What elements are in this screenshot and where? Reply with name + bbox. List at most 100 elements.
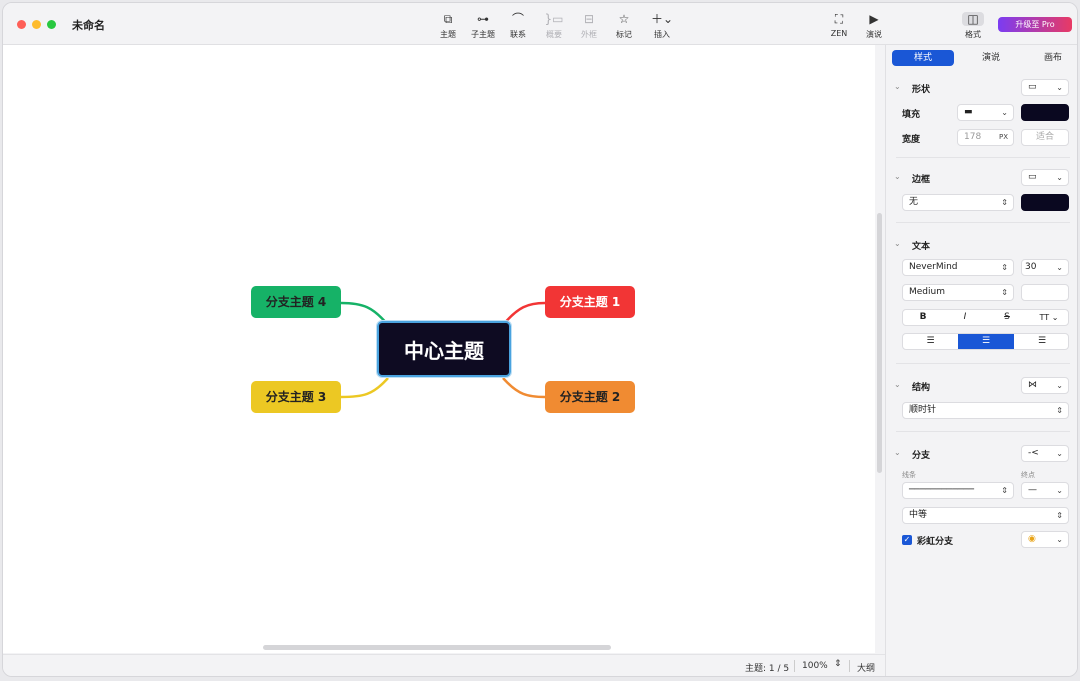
font-size-value: 30 — [1025, 262, 1037, 272]
tab-present[interactable]: 演说 — [960, 50, 1022, 66]
outline-button[interactable]: 大纲 — [857, 661, 875, 674]
text-align-group: ☰ ☰ ☰ — [902, 333, 1069, 350]
text-case-button[interactable]: TT ⌄ — [1029, 310, 1069, 325]
text-format-group: B I S TT ⌄ — [902, 309, 1069, 326]
width-label: 宽度 — [902, 135, 921, 145]
marker-label: 标记 — [616, 30, 632, 39]
rainbow-color-select[interactable]: ◉ ⌄ — [1021, 531, 1069, 548]
format-button[interactable]: ◫ 格式 — [953, 12, 993, 40]
chevron-down-icon: ⌄ — [1056, 263, 1063, 272]
width-input[interactable]: 178 PX — [957, 129, 1014, 146]
relationship-button[interactable]: ⌒ 联系 — [498, 12, 538, 40]
line-solid-icon: ──────────── — [909, 485, 975, 495]
border-color-swatch[interactable] — [1021, 194, 1069, 211]
insert-button[interactable]: ＋⌄ 插入 — [642, 12, 682, 40]
end-style-label: 终点 — [1021, 471, 1035, 479]
fill-color-swatch[interactable] — [1021, 104, 1069, 121]
boundary-button[interactable]: ⊟ 外框 — [569, 12, 609, 40]
italic-button[interactable]: I — [945, 310, 985, 325]
chevron-down-icon[interactable]: ⌄ — [894, 82, 901, 91]
relationship-icon: ⌒ — [511, 12, 524, 26]
chevron-down-icon[interactable]: ⌄ — [894, 239, 901, 248]
app-window: 未命名 ⧉ 主题 ⊶ 子主题 ⌒ 联系 }▭ 概要 ⊟ 外框 ☆ 标记 ＋⌄ 插… — [2, 2, 1078, 677]
updown-icon: ⇕ — [1001, 263, 1008, 272]
zoom-level[interactable]: 100% — [802, 661, 828, 671]
border-style-select[interactable]: 无 ⇕ — [902, 194, 1014, 211]
star-icon: ☆ — [618, 12, 630, 26]
topic-button[interactable]: ⧉ 主题 — [428, 12, 468, 40]
boundary-icon: ⊟ — [583, 12, 595, 26]
bold-button[interactable]: B — [903, 310, 943, 325]
chevron-down-icon: ⌄ — [1056, 173, 1063, 182]
central-topic[interactable]: 中心主题 — [376, 320, 512, 378]
updown-icon: ⇕ — [1001, 486, 1008, 495]
branch-topic-4[interactable]: 分支主题 4 — [251, 286, 341, 318]
panel-tabs: 样式 演说 画布 — [892, 50, 1074, 66]
zoom-stepper-icon[interactable]: ⇕ — [834, 659, 842, 669]
rounded-rect-icon: ▭ — [1028, 172, 1037, 182]
align-left-icon[interactable]: ☰ — [903, 334, 958, 349]
branch-topic-1[interactable]: 分支主题 1 — [545, 286, 635, 318]
line-style-select[interactable]: ──────────── ⇕ — [902, 482, 1014, 499]
structure-type-select[interactable]: ⋈ ⌄ — [1021, 377, 1069, 394]
structure-order-value: 顺时针 — [909, 405, 937, 415]
text-color-swatch[interactable] — [1021, 284, 1069, 301]
strikethrough-button[interactable]: S — [987, 310, 1027, 325]
relationship-label: 联系 — [510, 30, 526, 39]
minimize-window-button[interactable] — [32, 20, 41, 29]
updown-icon: ⇕ — [1001, 288, 1008, 297]
shape-section-title: 形状 — [912, 85, 931, 95]
present-button[interactable]: ▶ 演说 — [854, 12, 894, 40]
structure-order-select[interactable]: 顺时针 ⇕ — [902, 402, 1069, 419]
shape-select[interactable]: ▭ ⌄ — [1021, 79, 1069, 96]
line-thickness-select[interactable]: 中等 ⇕ — [902, 507, 1069, 524]
mindmap-canvas[interactable]: 中心主题 分支主题 1 分支主题 2 分支主题 3 分支主题 4 — [3, 45, 875, 653]
document-title: 未命名 — [72, 19, 105, 32]
chevron-down-icon[interactable]: ⌄ — [894, 172, 901, 181]
tab-canvas[interactable]: 画布 — [1022, 50, 1077, 66]
branch-section-title: 分支 — [912, 451, 931, 461]
fullscreen-icon: ⛶ — [834, 12, 844, 26]
close-window-button[interactable] — [17, 20, 26, 29]
divider — [896, 157, 1070, 158]
toolbar: 未命名 ⧉ 主题 ⊶ 子主题 ⌒ 联系 }▭ 概要 ⊟ 外框 ☆ 标记 ＋⌄ 插… — [3, 3, 1077, 45]
branch-connector-select[interactable]: -< ⌄ — [1021, 445, 1069, 462]
divider — [896, 222, 1070, 223]
boundary-label: 外框 — [581, 30, 597, 39]
zen-button[interactable]: ⛶ ZEN — [819, 12, 859, 38]
border-section-title: 边框 — [912, 175, 931, 185]
line-thickness-value: 中等 — [909, 510, 928, 520]
font-size-select[interactable]: 30 ⌄ — [1021, 259, 1069, 276]
branch-topic-2[interactable]: 分支主题 2 — [545, 381, 635, 413]
line-end-icon: — — [1028, 485, 1037, 495]
align-right-icon[interactable]: ☰ — [1014, 334, 1068, 349]
chevron-down-icon[interactable]: ⌄ — [894, 448, 901, 457]
horizontal-scrollbar[interactable] — [263, 645, 611, 650]
subtopic-button[interactable]: ⊶ 子主题 — [463, 12, 503, 40]
vertical-scrollbar[interactable] — [877, 213, 882, 473]
tab-style[interactable]: 样式 — [892, 50, 954, 66]
fit-button[interactable]: 适合 — [1021, 129, 1069, 146]
topic-label: 主题 — [440, 30, 456, 39]
rainbow-branch-checkbox[interactable]: ✓ — [902, 535, 912, 545]
width-unit: PX — [998, 133, 1008, 141]
summary-button[interactable]: }▭ 概要 — [534, 12, 574, 40]
align-center-icon[interactable]: ☰ — [958, 334, 1014, 349]
end-style-select[interactable]: — ⌄ — [1021, 482, 1069, 499]
divider — [794, 660, 795, 672]
font-family-select[interactable]: NeverMind ⇕ — [902, 259, 1014, 276]
marker-button[interactable]: ☆ 标记 — [604, 12, 644, 40]
chevron-down-icon: ⌄ — [1001, 108, 1008, 117]
topic-icon: ⧉ — [443, 12, 453, 26]
upgrade-pro-button[interactable]: 升级至 Pro — [998, 17, 1072, 32]
fill-style-select[interactable]: ▬ ⌄ — [957, 104, 1014, 121]
branch-topic-3[interactable]: 分支主题 3 — [251, 381, 341, 413]
zoom-window-button[interactable] — [47, 20, 56, 29]
divider — [896, 431, 1070, 432]
font-weight-select[interactable]: Medium ⇕ — [902, 284, 1014, 301]
present-label: 演说 — [866, 30, 882, 39]
play-icon: ▶ — [869, 12, 879, 26]
chevron-down-icon[interactable]: ⌄ — [894, 380, 901, 389]
border-shape-select[interactable]: ▭ ⌄ — [1021, 169, 1069, 186]
color-wheel-icon: ◉ — [1028, 534, 1036, 544]
